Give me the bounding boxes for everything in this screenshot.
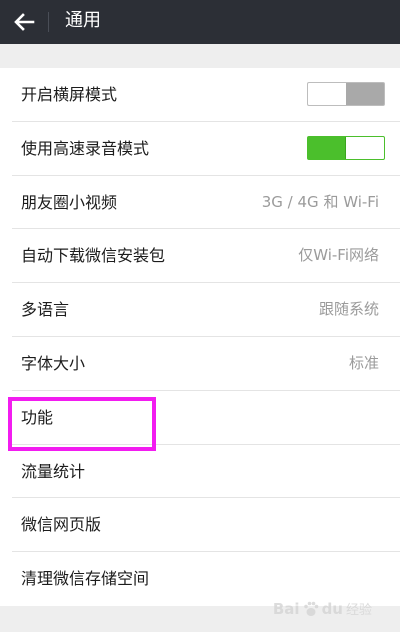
setting-label: 微信网页版 — [21, 515, 102, 535]
setting-label: 字体大小 — [21, 353, 86, 373]
title-divider — [48, 12, 49, 32]
settings-screen: 通用 开启横屏模式 使用高速录音模式 朋友圈小视频 3G / 4G 和 Wi-F… — [0, 0, 400, 632]
settings-list: 开启横屏模式 使用高速录音模式 朋友圈小视频 3G / 4G 和 Wi-Fi 自… — [0, 68, 400, 606]
setting-label: 多语言 — [21, 300, 70, 320]
setting-label: 清理微信存储空间 — [21, 569, 150, 589]
toggle-knob — [345, 136, 384, 159]
baidu-watermark: Bai du 经验 — [272, 599, 372, 619]
back-button[interactable] — [6, 4, 42, 40]
setting-label: 功能 — [21, 407, 54, 427]
toggle-knob — [308, 83, 346, 105]
watermark-brand-right: du — [321, 599, 343, 618]
setting-value: 标准 — [348, 353, 379, 372]
hq-recording-toggle[interactable] — [307, 135, 385, 160]
setting-label: 自动下载微信安装包 — [21, 246, 166, 266]
setting-landscape-mode[interactable]: 开启横屏模式 — [0, 68, 400, 122]
setting-auto-download[interactable]: 自动下载微信安装包 仅Wi-Fi网络 — [0, 229, 400, 284]
watermark-sub: 经验 — [345, 603, 372, 618]
page-title: 通用 — [65, 10, 101, 31]
setting-language[interactable]: 多语言 跟随系统 — [0, 283, 400, 337]
setting-value: 跟随系统 — [318, 300, 379, 319]
setting-label: 使用高速录音模式 — [21, 138, 150, 158]
setting-label: 开启横屏模式 — [21, 85, 118, 104]
setting-web-wechat[interactable]: 微信网页版 — [0, 498, 400, 553]
watermark-brand-left: Bai — [272, 599, 300, 618]
setting-moments-video[interactable]: 朋友圈小视频 3G / 4G 和 Wi-Fi — [0, 175, 400, 230]
setting-label: 朋友圈小视频 — [21, 192, 118, 212]
paw-icon — [303, 601, 318, 616]
arrow-left-icon — [14, 13, 35, 31]
setting-value: 3G / 4G 和 Wi-Fi — [261, 192, 379, 211]
setting-hq-recording[interactable]: 使用高速录音模式 — [0, 121, 400, 176]
section-gap — [0, 44, 400, 68]
setting-value: 仅Wi-Fi网络 — [298, 246, 379, 265]
setting-font-size[interactable]: 字体大小 标准 — [0, 336, 400, 391]
setting-traffic-stats[interactable]: 流量统计 — [0, 444, 400, 499]
setting-clear-storage[interactable]: 清理微信存储空间 — [0, 552, 400, 606]
title-bar: 通用 — [0, 0, 400, 44]
landscape-mode-toggle[interactable] — [307, 82, 385, 106]
setting-features[interactable]: 功能 — [0, 390, 400, 445]
setting-label: 流量统计 — [21, 461, 86, 481]
